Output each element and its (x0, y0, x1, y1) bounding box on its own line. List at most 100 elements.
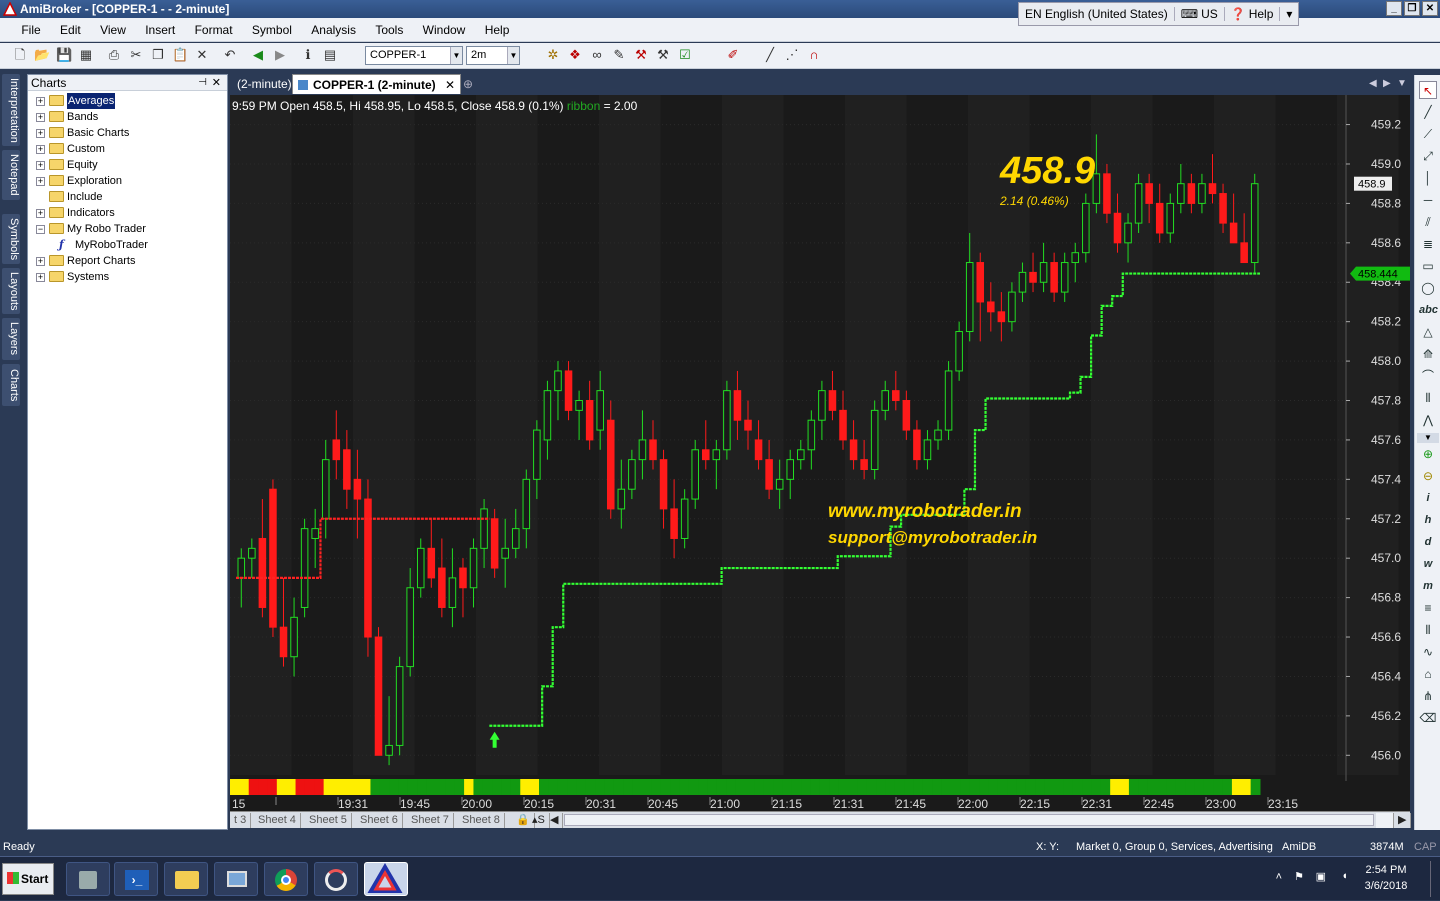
sheet-tab-7[interactable]: Sheet 7 (407, 813, 454, 828)
info-icon[interactable]: ℹ (300, 47, 316, 63)
cycle-icon[interactable]: ⫴ (1419, 389, 1437, 407)
sheet-tab-5[interactable]: Sheet 5 (305, 813, 352, 828)
chevron-down-icon[interactable]: ▼ (507, 47, 519, 64)
magnet-icon[interactable]: ∩ (806, 47, 822, 63)
tree-item[interactable]: + Basic Charts (28, 125, 227, 141)
chrome-icon[interactable] (264, 862, 308, 896)
edit-formula-icon[interactable]: ✎ (611, 47, 627, 63)
scan-icon[interactable]: ✲ (545, 47, 561, 63)
check-icon[interactable]: ☑ (677, 47, 693, 63)
toolbar-scroll-icon[interactable]: ▼ (1417, 433, 1439, 443)
vertical-line-icon[interactable]: │ (1419, 169, 1437, 187)
amibroker-icon[interactable] (364, 862, 408, 896)
undo-icon[interactable]: ↶ (222, 47, 238, 63)
wave-icon[interactable]: ∿ (1419, 643, 1437, 661)
draw-line-icon[interactable]: ╱ (762, 47, 778, 63)
ami-broker-alt-icon[interactable] (314, 862, 358, 896)
tab-layouts[interactable]: Layouts (2, 268, 20, 314)
quote-icon[interactable]: ▤ (322, 47, 338, 63)
sheet-tab-4[interactable]: Sheet 4 (254, 813, 301, 828)
hourly-icon[interactable]: h (1419, 511, 1437, 529)
back-icon[interactable]: ◀ (250, 47, 266, 63)
symbol-combo[interactable]: COPPER-1 ▼ (365, 46, 463, 65)
rectangle-icon[interactable]: ▭ (1419, 257, 1437, 275)
network-tray-icon[interactable]: ▣ (1316, 870, 1326, 883)
tab-symbols[interactable]: Symbols (2, 214, 20, 264)
horizontal-scrollbar[interactable] (564, 814, 1374, 826)
extended-line-icon[interactable]: ⤢ (1419, 147, 1437, 165)
cut-icon[interactable]: ✂ (128, 47, 144, 63)
help-button[interactable]: ❓ Help (1225, 7, 1281, 21)
new-tab-icon[interactable]: ⊕ (458, 74, 478, 94)
channel-icon[interactable]: ⫽ (1419, 213, 1437, 231)
arc-icon[interactable]: ⌒ (1419, 367, 1437, 385)
tab-chart-prev[interactable]: (2-minute) (232, 74, 297, 94)
menu-window[interactable]: Window (415, 18, 474, 42)
powershell-icon[interactable]: ›_ (114, 862, 158, 896)
close-button[interactable]: ✕ (1422, 1, 1438, 16)
scroll-right-icon[interactable]: ▶ (1394, 813, 1412, 828)
ellipse-icon[interactable]: ◯ (1419, 279, 1437, 297)
tray-expand-icon[interactable]: ˄ (1276, 871, 1282, 883)
keyboard-indicator[interactable]: ⌨ US (1175, 7, 1225, 21)
text-icon[interactable]: abc (1419, 301, 1438, 319)
network-icon[interactable] (214, 862, 258, 896)
candlestick-chart[interactable]: 459.2459.0458.8458.6458.4458.2458.0457.8… (230, 95, 1410, 818)
expand-icon[interactable]: + (36, 161, 45, 170)
minimize-button[interactable]: _ (1386, 1, 1402, 16)
fan-icon[interactable]: ⟰ (1419, 345, 1437, 363)
delete-icon[interactable]: ✕ (194, 47, 210, 63)
menu-view[interactable]: View (92, 18, 134, 42)
tree-item[interactable]: + Systems (28, 269, 227, 285)
clock-date[interactable]: 3/6/2018 (1358, 880, 1414, 892)
menu-help[interactable]: Help (477, 18, 518, 42)
print-icon[interactable]: ⎙ (106, 47, 122, 63)
erase-icon[interactable]: ⌫ (1419, 709, 1437, 727)
expand-icon[interactable]: + (36, 113, 45, 122)
tab-chart-active[interactable]: COPPER-1 (2-minute) ✕ (292, 74, 462, 94)
sheet-tab-6[interactable]: Sheet 6 (356, 813, 403, 828)
menu-file[interactable]: File (13, 18, 48, 42)
forward-icon[interactable]: ▶ (272, 47, 288, 63)
expand-icon[interactable]: + (36, 273, 45, 282)
menu-insert[interactable]: Insert (137, 18, 183, 42)
optimize-icon[interactable]: ⚒ (655, 47, 671, 63)
volume-icon[interactable]: ◖ (1341, 870, 1348, 882)
menu-edit[interactable]: Edit (52, 18, 89, 42)
tree-item[interactable]: + Indicators (28, 205, 227, 221)
backtest-icon[interactable]: ⚒ (633, 47, 649, 63)
tree-item[interactable]: + Report Charts (28, 253, 227, 269)
pin-icon[interactable]: ⊣ (198, 75, 207, 91)
monthly-icon[interactable]: m (1419, 577, 1437, 595)
info-icon[interactable]: i (1419, 489, 1437, 507)
daily-icon[interactable]: d (1419, 533, 1437, 551)
tree-item[interactable]: + Custom (28, 141, 227, 157)
tree-item[interactable]: Include (28, 189, 227, 205)
line-icon[interactable]: ╱ (1419, 103, 1437, 121)
tab-interpretation[interactable]: Interpretation (2, 74, 20, 146)
binoculars-icon[interactable]: ∞ (589, 47, 605, 63)
collapse-icon[interactable]: − (36, 225, 45, 234)
arrow-up-icon[interactable]: ⊕ (1419, 445, 1437, 463)
tree-item[interactable]: − My Robo Trader (28, 221, 227, 237)
dotted-line-icon[interactable]: ⋰ (784, 47, 800, 63)
price-chart-pane[interactable]: 459.2 459.0 458.8 458.6 458.4 458.2 458.0 457.8… (230, 95, 1410, 818)
horizontal-line-icon[interactable]: ─ (1419, 191, 1437, 209)
tab-list-icon[interactable]: ▼ (1392, 74, 1412, 94)
fibonacci-icon[interactable]: ≣ (1419, 235, 1437, 253)
show-desktop-button[interactable] (1430, 861, 1438, 897)
expand-icon[interactable]: + (36, 145, 45, 154)
arrow-icon[interactable]: ↖ (1419, 81, 1437, 99)
expand-icon[interactable]: + (36, 177, 45, 186)
zigzag-icon[interactable]: ⋀ (1419, 411, 1437, 429)
tab-charts[interactable]: Charts (2, 364, 20, 406)
explore-icon[interactable]: ❖ (567, 47, 583, 63)
expand-icon[interactable]: + (36, 129, 45, 138)
gann-icon[interactable]: ⌂ (1419, 665, 1437, 683)
server-manager-icon[interactable] (66, 862, 110, 896)
tree-item[interactable]: ƒ MyRoboTrader (28, 237, 227, 253)
pitchfork-icon[interactable]: ⋔ (1419, 687, 1437, 705)
chevron-down-icon[interactable]: ▼ (450, 47, 462, 64)
scroll-left-icon[interactable]: ◀ (546, 813, 564, 828)
new-document-icon[interactable]: 🗋 (12, 47, 28, 63)
